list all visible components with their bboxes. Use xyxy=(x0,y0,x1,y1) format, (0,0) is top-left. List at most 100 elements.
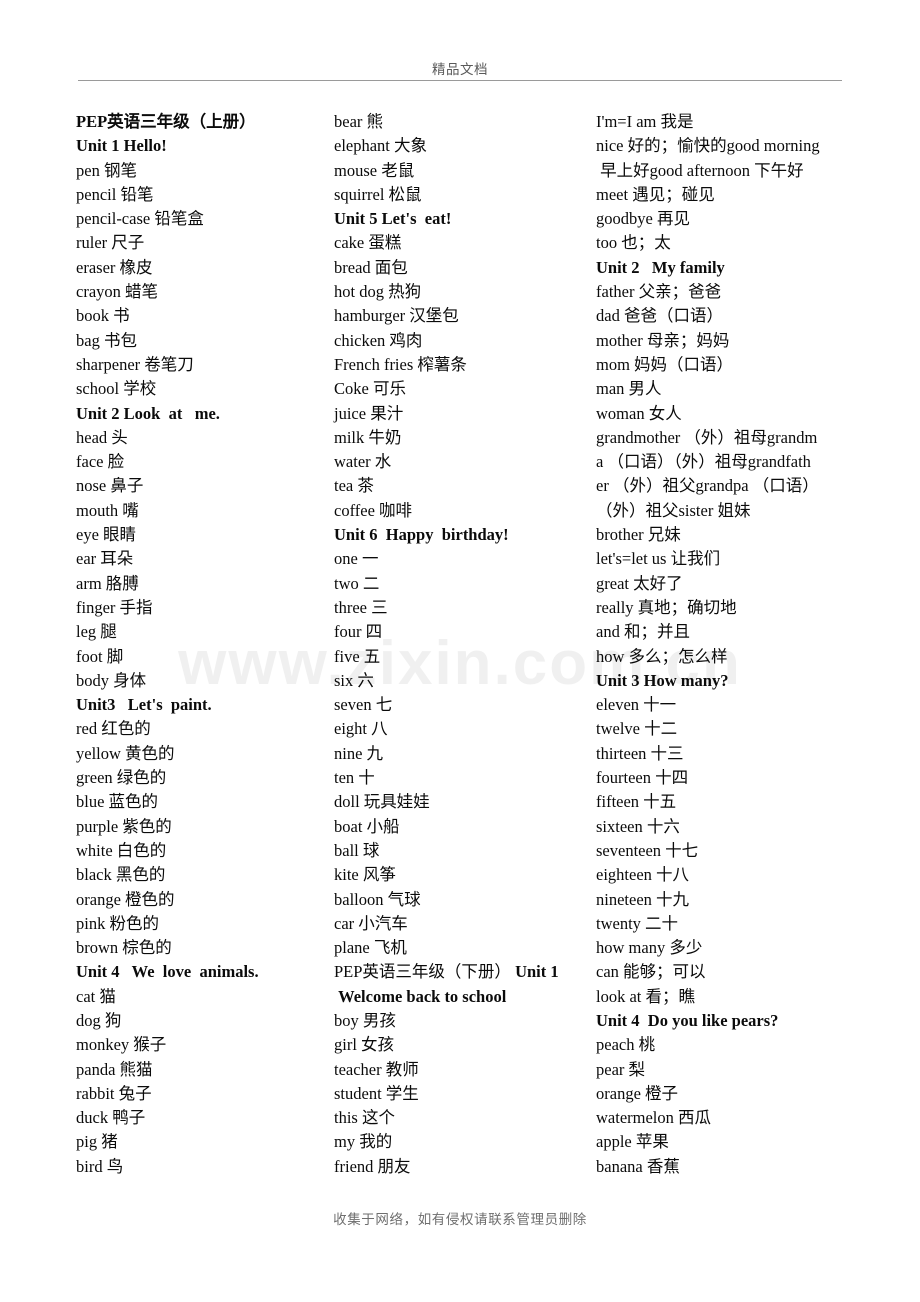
vocabulary-line: look at 看；瞧 xyxy=(596,986,695,1006)
vocabulary-line: two 二 xyxy=(334,573,380,593)
vocabulary-line: car 小汽车 xyxy=(334,913,408,933)
vocabulary-line: one 一 xyxy=(334,549,379,569)
vocabulary-line: 早上好good afternoon 下午好 xyxy=(596,160,804,180)
vocabulary-line: ball 球 xyxy=(334,840,380,860)
vocabulary-line: how 多么；怎么样 xyxy=(596,646,728,666)
vocabulary-line: water 水 xyxy=(334,452,392,472)
vocabulary-line: apple 苹果 xyxy=(596,1132,669,1152)
vocabulary-line: nineteen 十九 xyxy=(596,889,690,909)
vocabulary-line: head 头 xyxy=(76,427,128,447)
vocabulary-line: father 父亲；爸爸 xyxy=(596,282,722,302)
vocabulary-line: five 五 xyxy=(334,646,381,666)
vocabulary-line: thirteen 十三 xyxy=(596,743,684,763)
vocabulary-line: bird 鸟 xyxy=(76,1156,124,1176)
vocabulary-line: eight 八 xyxy=(334,719,388,739)
vocabulary-line: bear 熊 xyxy=(334,112,384,131)
vocabulary-line: green 绿色的 xyxy=(76,768,167,788)
vocabulary-line: foot 脚 xyxy=(76,646,124,666)
vocabulary-line: monkey 猴子 xyxy=(76,1035,167,1055)
page-footer: 收集于网络，如有侵权请联系管理员删除 xyxy=(333,1212,587,1227)
vocabulary-line: banana 香蕉 xyxy=(596,1156,680,1176)
document-page: 精品文档 www.zixin.com.cn PEP英语三年级（上册） Unit 1… xyxy=(0,0,920,1302)
vocabulary-line: French fries 榨薯条 xyxy=(334,354,467,374)
vocabulary-line: student 学生 xyxy=(334,1083,419,1103)
vocabulary-line: plane 飞机 xyxy=(334,938,407,958)
vocabulary-line: brother 兄妹 xyxy=(596,525,681,545)
unit-heading: PEP英语三年级（上册） xyxy=(76,112,256,131)
vocabulary-line: face 脸 xyxy=(76,452,125,472)
vocabulary-line: panda 熊猫 xyxy=(76,1059,153,1079)
vocabulary-line: nine 九 xyxy=(334,743,384,763)
vocabulary-line: book 书 xyxy=(76,306,130,326)
vocabulary-line: black 黑色的 xyxy=(76,865,166,885)
vocabulary-line: eighteen 十八 xyxy=(596,865,690,885)
vocabulary-line: woman 女人 xyxy=(596,403,682,423)
vocabulary-line: bag 书包 xyxy=(76,330,137,350)
vocabulary-line: orange 橙色的 xyxy=(76,889,175,909)
page-header: 精品文档 xyxy=(432,62,488,77)
vocabulary-line: er （外）祖父grandpa （口语） xyxy=(596,476,819,496)
vocabulary-line: school 学校 xyxy=(76,379,157,399)
vocabulary-line: mom 妈妈（口语） xyxy=(596,354,734,374)
vocabulary-line: chicken 鸡肉 xyxy=(334,330,423,350)
unit-heading: Unit 5 Let's eat! xyxy=(334,209,452,229)
vocabulary-line: grandmother （外）祖母grandm xyxy=(596,427,818,447)
unit-heading: Welcome back to school xyxy=(334,986,507,1006)
vocabulary-line: twelve 十二 xyxy=(596,719,678,739)
vocabulary-line: too 也；太 xyxy=(596,233,671,253)
vocabulary-line: purple 紫色的 xyxy=(76,816,172,836)
vocabulary-line: finger 手指 xyxy=(76,597,153,617)
vocabulary-line: four 四 xyxy=(334,622,383,642)
vocabulary-line: dog 狗 xyxy=(76,1010,122,1030)
vocabulary-line: elephant 大象 xyxy=(334,136,428,156)
vocabulary-line: milk 牛奶 xyxy=(334,427,402,447)
vocabulary-line: eraser 橡皮 xyxy=(76,257,153,277)
vocabulary-line: ruler 尺子 xyxy=(76,233,145,253)
vocabulary-line: cake 蛋糕 xyxy=(334,233,402,253)
vocabulary-line: friend 朋友 xyxy=(334,1156,411,1176)
vocabulary-line: how many 多少 xyxy=(596,938,703,958)
vocabulary-line: kite 风筝 xyxy=(334,865,396,885)
vocabulary-line: leg 腿 xyxy=(76,622,117,642)
vocabulary-line: three 三 xyxy=(334,597,388,617)
vocabulary-line: pink 粉色的 xyxy=(76,913,159,933)
vocabulary-columns: PEP英语三年级（上册） Unit 1 Hello! pen 钢笔 pencil 铅笔… xyxy=(76,110,876,1179)
vocabulary-line: crayon 蜡笔 xyxy=(76,282,159,302)
vocabulary-line: arm 胳膊 xyxy=(76,573,139,593)
column-left: PEP英语三年级（上册） Unit 1 Hello! pen 钢笔 pencil 铅笔… xyxy=(76,110,334,1179)
vocabulary-line: balloon 气球 xyxy=(334,889,421,909)
vocabulary-line: Coke 可乐 xyxy=(334,379,406,399)
vocabulary-line: （外）祖父sister 姐妹 xyxy=(596,500,751,520)
vocabulary-line: squirrel 松鼠 xyxy=(334,184,422,204)
vocabulary-line: juice 果汁 xyxy=(334,403,404,423)
vocabulary-line: sixteen 十六 xyxy=(596,816,680,836)
vocabulary-line: PEP英语三年级（下册） Unit 1 xyxy=(334,962,559,982)
vocabulary-line: hamburger 汉堡包 xyxy=(334,306,459,326)
vocabulary-line: mother 母亲；妈妈 xyxy=(596,330,730,350)
header-divider xyxy=(78,80,842,81)
vocabulary-line: meet 遇见；碰见 xyxy=(596,184,715,204)
vocabulary-line: seventeen 十七 xyxy=(596,840,699,860)
vocabulary-line: seven 七 xyxy=(334,695,393,715)
vocabulary-line: orange 橙子 xyxy=(596,1083,679,1103)
unit-heading: Unit 3 How many? xyxy=(596,670,729,690)
vocabulary-line: really 真地；确切地 xyxy=(596,597,737,617)
vocabulary-line: a （口语）（外）祖母grandfath xyxy=(596,452,811,472)
column-right: I'm=I am 我是 nice 好的；愉快的good morning 早上好go… xyxy=(596,110,872,1179)
vocabulary-line: this 这个 xyxy=(334,1108,395,1128)
unit-heading: Unit 1 Hello! xyxy=(76,136,167,156)
vocabulary-line: coffee 咖啡 xyxy=(334,500,413,520)
vocabulary-line: yellow 黄色的 xyxy=(76,743,175,763)
vocabulary-line: goodbye 再见 xyxy=(596,209,690,229)
vocabulary-line: cat 猫 xyxy=(76,986,116,1006)
vocabulary-line: bread 面包 xyxy=(334,257,408,277)
vocabulary-line: pencil 铅笔 xyxy=(76,184,154,204)
vocabulary-line: sharpener 卷笔刀 xyxy=(76,354,194,374)
vocabulary-line: nose 鼻子 xyxy=(76,476,144,496)
vocabulary-line: watermelon 西瓜 xyxy=(596,1108,712,1128)
vocabulary-line: let's=let us 让我们 xyxy=(596,549,721,569)
vocabulary-line: and 和；并且 xyxy=(596,622,690,642)
vocabulary-line: can 能够；可以 xyxy=(596,962,706,982)
unit-heading: Unit 2 My family xyxy=(596,257,725,277)
vocabulary-line: blue 蓝色的 xyxy=(76,792,159,812)
